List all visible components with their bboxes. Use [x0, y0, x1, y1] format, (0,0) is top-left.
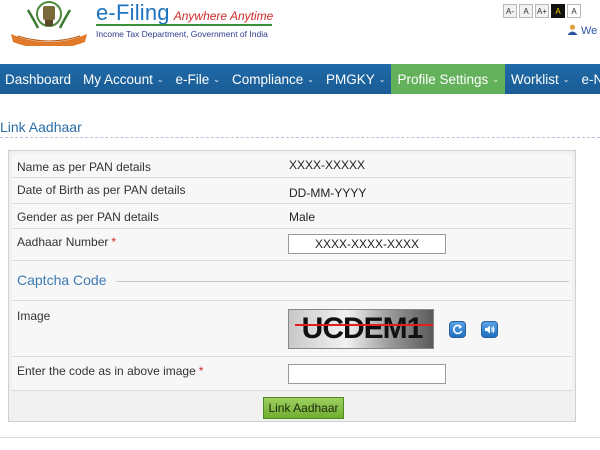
image-label: Image	[17, 309, 51, 323]
gender-label: Gender as per PAN details	[17, 210, 159, 224]
font-size-controls: A- A A+ A A	[503, 4, 581, 18]
required-marker: *	[198, 364, 204, 378]
required-marker: *	[111, 235, 117, 249]
captcha-image-text: UCDEM1	[301, 312, 424, 345]
chevron-down-icon: ⌄	[213, 74, 220, 84]
captcha-code-row: Enter the code as in above image *	[12, 357, 572, 391]
name-value: XXXX-XXXXX	[289, 158, 366, 172]
name-row: Name as per PAN details XXXX-XXXXX	[12, 154, 572, 178]
nav-my-account[interactable]: My Account ⌄	[77, 64, 169, 94]
welcome-text: We	[581, 25, 598, 37]
nav-compliance[interactable]: Compliance ⌄	[226, 64, 320, 94]
nav-e-nivaran-label: e-N	[581, 71, 600, 87]
font-size-normal-button[interactable]: A	[519, 4, 533, 18]
refresh-captcha-button[interactable]	[449, 321, 466, 338]
aadhaar-number-input[interactable]	[288, 234, 446, 254]
nav-pmgky[interactable]: PMGKY ⌄	[320, 64, 391, 94]
chevron-down-icon: ⌄	[378, 74, 386, 84]
font-size-increase-button[interactable]: A+	[535, 4, 549, 18]
gender-value: Male	[289, 210, 316, 224]
captcha-image: UCDEM1	[288, 309, 434, 349]
brand-subtitle: Income Tax Department, Government of Ind…	[96, 29, 268, 39]
captcha-image-row: Image UCDEM1	[12, 301, 572, 357]
emblem-logo[interactable]	[8, 0, 90, 46]
dob-row: Date of Birth as per PAN details DD-MM-Y…	[12, 178, 572, 204]
nav-profile-settings-label: Profile Settings	[397, 71, 489, 87]
nav-pmgky-label: PMGKY	[326, 71, 375, 87]
nav-profile-settings[interactable]: Profile Settings ⌄	[391, 64, 505, 94]
chevron-down-icon: ⌄	[156, 74, 164, 84]
dob-label: Date of Birth as per PAN details	[17, 183, 186, 197]
brand-title-group: e-Filing Anywhere Anytime	[96, 0, 273, 26]
chevron-down-icon: ⌄	[307, 74, 314, 84]
captcha-code-input[interactable]	[288, 364, 446, 384]
name-label: Name as per PAN details	[17, 160, 151, 174]
aadhaar-row: Aadhaar Number *	[12, 229, 572, 261]
font-size-decrease-button[interactable]: A-	[503, 4, 517, 18]
brand-title: e-Filing	[96, 0, 170, 25]
title-divider	[0, 137, 600, 138]
nav-compliance-label: Compliance	[232, 71, 304, 87]
normal-contrast-button[interactable]: A	[567, 4, 581, 18]
user-icon	[567, 24, 578, 35]
aadhaar-label-text: Aadhaar Number	[17, 235, 109, 249]
captcha-divider	[116, 281, 569, 282]
gender-row: Gender as per PAN details Male	[12, 204, 572, 229]
link-aadhaar-button[interactable]: Link Aadhaar	[263, 397, 344, 419]
brand-underline	[96, 24, 272, 26]
nav-worklist[interactable]: Worklist ⌄	[505, 64, 575, 94]
link-aadhaar-form: Name as per PAN details XXXX-XXXXX Date …	[8, 150, 576, 422]
nav-dashboard[interactable]: Dashboard	[0, 64, 77, 94]
nav-e-nivaran[interactable]: e-N	[575, 64, 600, 94]
nav-e-file-label: e-File	[175, 71, 210, 87]
welcome-user[interactable]: We	[567, 24, 597, 37]
captcha-strike-line	[295, 324, 433, 326]
captcha-heading: Captcha Code	[17, 272, 107, 288]
speaker-icon	[485, 325, 495, 334]
code-label-text: Enter the code as in above image	[17, 364, 196, 378]
aadhaar-label: Aadhaar Number *	[17, 235, 116, 249]
page-title: Link Aadhaar	[0, 119, 82, 135]
audio-captcha-button[interactable]	[481, 321, 498, 338]
nav-worklist-label: Worklist	[510, 71, 559, 87]
chevron-down-icon: ⌄	[562, 74, 570, 84]
nav-my-account-label: My Account	[83, 71, 153, 87]
chevron-down-icon: ⌄	[492, 74, 499, 84]
refresh-icon	[453, 324, 463, 335]
footer-divider	[0, 437, 600, 438]
nav-dashboard-label: Dashboard	[5, 71, 72, 87]
brand-tagline: Anywhere Anytime	[173, 9, 274, 23]
dob-value: DD-MM-YYYY	[289, 186, 367, 200]
site-header: e-Filing Anywhere Anytime Income Tax Depa…	[0, 0, 600, 62]
captcha-heading-row: Captcha Code	[12, 261, 572, 301]
code-label: Enter the code as in above image *	[17, 364, 203, 378]
high-contrast-button[interactable]: A	[551, 4, 565, 18]
nav-e-file[interactable]: e-File ⌄	[170, 64, 226, 94]
main-nav: Dashboard My Account ⌄ e-File ⌄ Complian…	[0, 64, 600, 94]
